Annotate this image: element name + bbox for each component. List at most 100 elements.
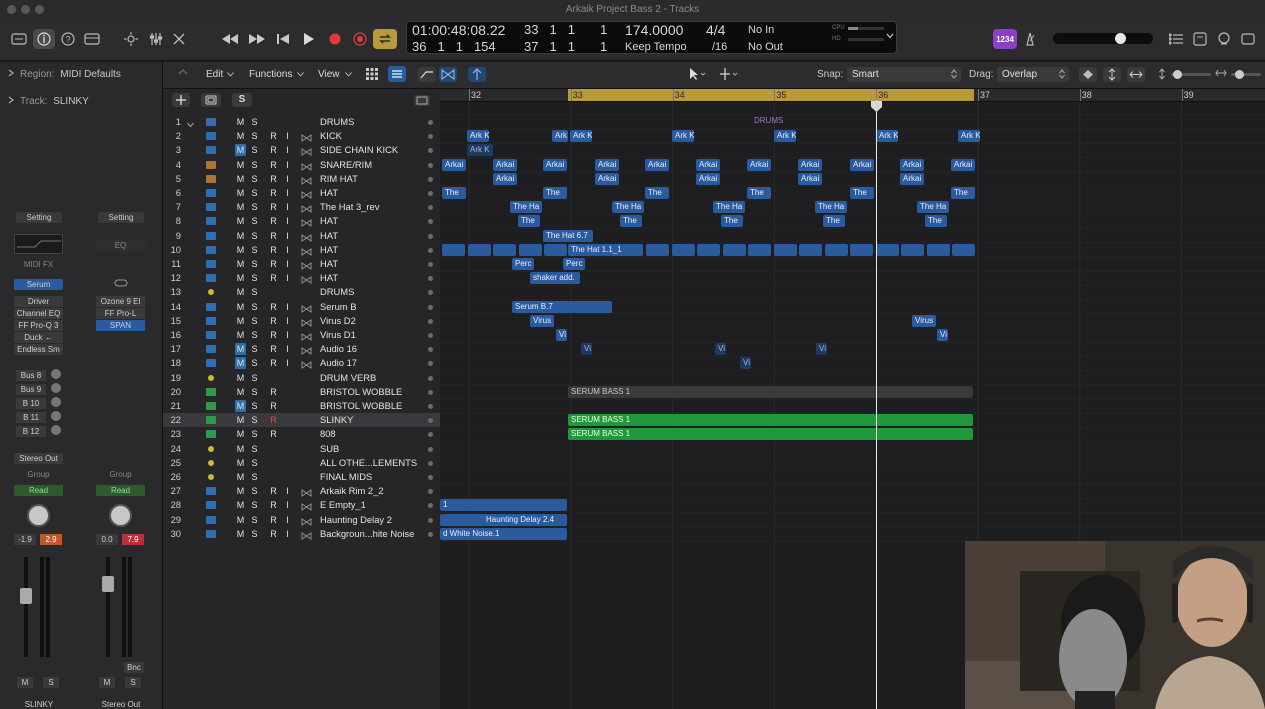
horizontal-zoom-slider[interactable]	[1231, 70, 1261, 79]
hat-region[interactable]: The	[747, 187, 771, 199]
vertical-zoom-knob[interactable]	[1173, 70, 1182, 79]
hat-region[interactable]: The	[850, 187, 874, 199]
hat-region[interactable]: The Hat 6.7	[543, 229, 593, 242]
track-row[interactable]: 1 M S DRUMS	[163, 115, 440, 129]
track-name[interactable]: Backgroun...hite Noise	[320, 527, 414, 541]
close-window-icon[interactable]	[7, 5, 16, 14]
bristol-wobble-region[interactable]: SERUM BASS 1	[568, 385, 973, 398]
808-region[interactable]: SERUM BASS 1	[568, 428, 973, 441]
track-name[interactable]: DRUMS	[320, 115, 354, 129]
track-row[interactable]: 6 M S R I HAT	[163, 186, 440, 200]
rim-hat-region[interactable]: Arkai	[493, 172, 517, 185]
mute-button[interactable]: M	[235, 471, 246, 483]
mute-button[interactable]: M	[235, 201, 246, 213]
notepad-icon[interactable]	[1190, 29, 1210, 49]
side-chain-region[interactable]: Ark K	[467, 144, 493, 157]
track-row[interactable]: 26 M S FINAL MIDS	[163, 470, 440, 484]
record-enable-button[interactable]: R	[268, 329, 279, 341]
mute-button[interactable]: M	[235, 272, 246, 284]
strip2-pan-knob[interactable]	[109, 504, 132, 527]
mute-button[interactable]: M	[235, 329, 246, 341]
track-row[interactable]: 18 M S R I Audio 17	[163, 356, 440, 370]
solo-button[interactable]: S	[249, 144, 260, 156]
snare-region[interactable]: Arkai	[696, 158, 720, 171]
solo-button[interactable]: S	[249, 130, 260, 142]
secondary-tool-icon[interactable]	[719, 68, 739, 83]
list-editors-icon[interactable]	[1166, 29, 1186, 49]
track-name[interactable]: RIM HAT	[320, 172, 358, 186]
input-monitor-button[interactable]: I	[282, 130, 293, 142]
solo-button[interactable]: S	[249, 258, 260, 270]
record-enable-button[interactable]: R	[268, 386, 279, 398]
record-enable-button[interactable]: R	[268, 144, 279, 156]
send-knob-1[interactable]	[51, 369, 61, 379]
hat-loop-region[interactable]	[952, 243, 975, 256]
hat-region[interactable]: The	[721, 215, 743, 228]
kick-region[interactable]: Ark K	[552, 130, 568, 143]
master-plugin-slot-3[interactable]: SPAN	[96, 320, 145, 331]
track-row[interactable]: 28 M S R I E Empty_1	[163, 498, 440, 512]
record-enable-button[interactable]: R	[268, 173, 279, 185]
master-volume-slider[interactable]	[1053, 33, 1153, 44]
snare-region[interactable]: Arkai	[850, 158, 874, 171]
track-row[interactable]: 23 M S R 808	[163, 427, 440, 441]
hat-rev-region[interactable]: The Ha	[917, 201, 949, 214]
mute-button[interactable]: M	[235, 428, 246, 440]
region-inspector-header[interactable]: Region: MIDI Defaults	[8, 69, 121, 80]
strip2-volume-value[interactable]: 0.0	[96, 534, 118, 545]
strip2-setting-button[interactable]: Setting	[98, 212, 144, 223]
hat-region[interactable]: The	[951, 187, 975, 199]
solo-button[interactable]: S	[249, 329, 260, 341]
mute-button[interactable]: M	[235, 116, 246, 128]
track-name[interactable]: Audio 17	[320, 356, 357, 370]
track-view-toggle-icon[interactable]	[414, 95, 430, 106]
input-monitor-button[interactable]: I	[282, 357, 293, 369]
drag-dropdown[interactable]: Overlap	[997, 67, 1069, 82]
record-enable-button[interactable]: R	[268, 528, 279, 540]
hat-loop-region[interactable]	[748, 243, 771, 256]
hat-loop-region[interactable]	[646, 243, 669, 256]
go-to-start-icon[interactable]	[272, 29, 294, 49]
view-chevron-down-icon[interactable]	[345, 69, 352, 80]
solo-button[interactable]: S	[249, 315, 260, 327]
record-enable-button[interactable]: R	[268, 315, 279, 327]
snare-region[interactable]: Arkai	[798, 158, 822, 171]
back-arrow-icon[interactable]	[177, 67, 189, 82]
metronome-icon[interactable]	[1020, 29, 1040, 49]
edit-menu[interactable]: Edit	[206, 69, 223, 80]
record-enable-button[interactable]: R	[268, 428, 279, 440]
record-enable-button[interactable]: R	[268, 159, 279, 171]
track-name[interactable]: SLINKY	[320, 413, 353, 427]
automation-mode[interactable]: Read	[14, 485, 63, 496]
track-name[interactable]: SIDE CHAIN KICK	[320, 143, 398, 157]
send-slot-3[interactable]: B 10	[16, 398, 46, 409]
input-monitor-button[interactable]: I	[282, 201, 293, 213]
record-enable-button[interactable]: R	[268, 301, 279, 313]
send-knob-3[interactable]	[51, 397, 61, 407]
hat-loop-region[interactable]	[824, 243, 848, 256]
toolbar-toggle-icon[interactable]	[81, 29, 103, 49]
mute-button[interactable]: M	[235, 244, 246, 256]
master-plugin-slot-2[interactable]: FF Pro-L	[96, 308, 145, 319]
record-enable-button[interactable]: R	[268, 272, 279, 284]
audio-region[interactable]: Vi	[816, 343, 827, 356]
record-enable-button[interactable]: R	[268, 400, 279, 412]
solo-button[interactable]: S	[249, 357, 260, 369]
mute-button[interactable]: M	[235, 187, 246, 199]
solo-button[interactable]: S	[249, 230, 260, 242]
plugin-slot-4[interactable]: Duck ←	[14, 332, 63, 343]
track-name[interactable]: Audio 16	[320, 342, 357, 356]
snare-region[interactable]: Arkai	[951, 158, 975, 171]
perc-region[interactable]: Perc	[563, 258, 585, 270]
mute-button[interactable]: M	[235, 414, 246, 426]
mute-button[interactable]: M	[235, 386, 246, 398]
input-monitor-button[interactable]: I	[282, 144, 293, 156]
record-enable-button[interactable]: R	[268, 343, 279, 355]
mute-button[interactable]: M	[235, 159, 246, 171]
solo-button[interactable]: S	[249, 159, 260, 171]
mute-button[interactable]: M	[235, 230, 246, 242]
solo-button[interactable]: S	[249, 187, 260, 199]
mute-button[interactable]: M	[235, 343, 246, 356]
send-slot-5[interactable]: B 12	[16, 426, 46, 437]
record-icon[interactable]	[324, 29, 346, 49]
